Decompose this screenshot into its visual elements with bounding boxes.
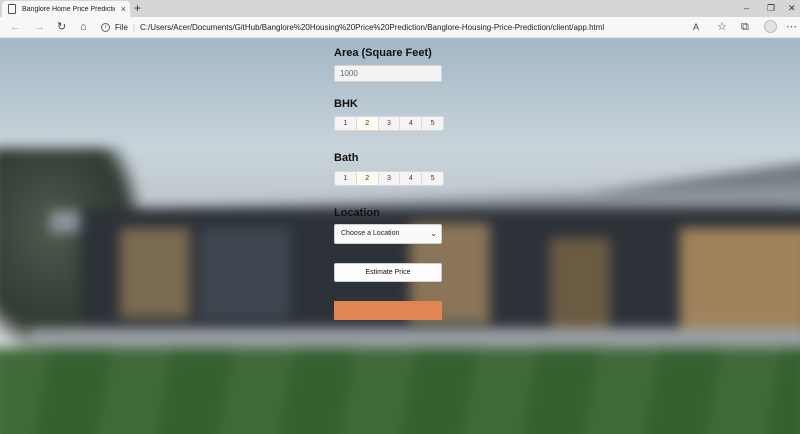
menu-icon[interactable]: ⋯: [786, 20, 797, 34]
bhk-selector: 1 2 3 4 5: [334, 116, 444, 131]
bhk-option-1[interactable]: 1: [335, 117, 357, 130]
bath-option-2[interactable]: 2: [356, 172, 379, 185]
tab-title: Banglore Home Price Prediction: [22, 5, 115, 13]
area-input[interactable]: 1000: [334, 65, 442, 82]
bath-option-3[interactable]: 3: [378, 172, 401, 185]
address-scheme: File: [115, 23, 128, 32]
bath-selector: 1 2 3 4 5: [334, 171, 444, 186]
bath-option-5[interactable]: 5: [422, 172, 443, 185]
estimated-price-result: [334, 301, 442, 320]
profile-avatar[interactable]: [764, 20, 777, 33]
location-select[interactable]: Choose a Location ⌄: [334, 224, 442, 244]
home-icon[interactable]: ⌂: [80, 20, 87, 34]
address-bar[interactable]: i File | C:/Users/Acer/Documents/GitHub/…: [101, 19, 681, 36]
bhk-option-2[interactable]: 2: [356, 117, 379, 130]
close-window-icon[interactable]: ✕: [788, 2, 796, 14]
back-icon[interactable]: ←: [10, 20, 21, 34]
bath-option-1[interactable]: 1: [335, 172, 357, 185]
location-select-value: Choose a Location: [341, 230, 400, 237]
address-separator: |: [132, 23, 135, 32]
close-tab-icon[interactable]: ×: [121, 4, 126, 14]
forward-icon[interactable]: →: [34, 20, 45, 34]
refresh-icon[interactable]: ↻: [57, 20, 66, 34]
bhk-label: BHK: [334, 98, 358, 110]
estimate-price-button[interactable]: Estimate Price: [334, 263, 442, 282]
chevron-down-icon: ⌄: [430, 229, 437, 238]
bhk-option-5[interactable]: 5: [422, 117, 443, 130]
browser-tab[interactable]: Banglore Home Price Prediction ×: [2, 1, 130, 17]
minimize-icon[interactable]: –: [744, 2, 749, 14]
bath-option-4[interactable]: 4: [400, 172, 423, 185]
favorites-icon[interactable]: ☆: [717, 20, 727, 34]
page-viewport: Area (Square Feet) 1000 BHK 1 2 3 4 5 Ba…: [0, 38, 800, 434]
bhk-option-4[interactable]: 4: [400, 117, 423, 130]
read-aloud-icon[interactable]: A: [693, 20, 699, 34]
collections-icon[interactable]: ⧉: [741, 20, 749, 34]
restore-icon[interactable]: ❐: [767, 2, 775, 14]
price-form: Area (Square Feet) 1000 BHK 1 2 3 4 5 Ba…: [334, 38, 454, 434]
info-icon[interactable]: i: [101, 23, 110, 32]
new-tab-button[interactable]: +: [134, 1, 141, 15]
tab-strip: Banglore Home Price Prediction × + – ❐ ✕: [0, 0, 800, 17]
bath-label: Bath: [334, 152, 359, 164]
location-label: Location: [334, 207, 380, 219]
bhk-option-3[interactable]: 3: [378, 117, 401, 130]
address-url[interactable]: C:/Users/Acer/Documents/GitHub/Banglore%…: [140, 23, 604, 32]
area-label: Area (Square Feet): [334, 47, 432, 59]
page-icon: [8, 4, 16, 14]
browser-toolbar: ← → ↻ ⌂ i File | C:/Users/Acer/Documents…: [0, 17, 800, 38]
